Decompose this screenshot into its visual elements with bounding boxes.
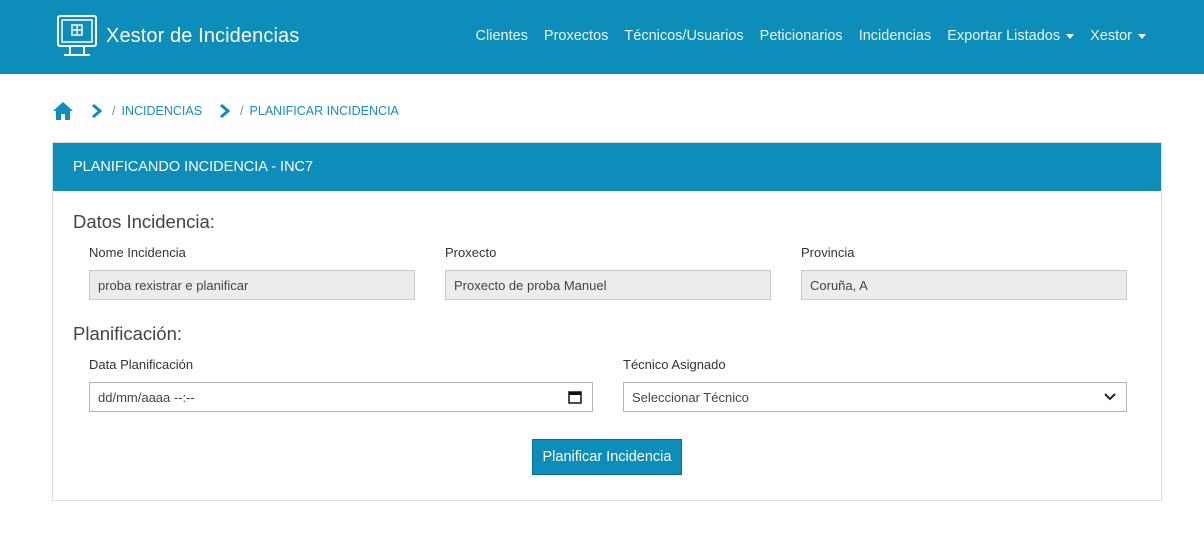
proxecto-label: Proxecto: [445, 245, 497, 260]
planificar-incidencia-button[interactable]: Planificar Incidencia: [532, 439, 682, 475]
provincia-value: Coruña, A: [810, 277, 868, 293]
chevron-right-icon: [92, 103, 103, 119]
tecnico-asignado-label: Técnico Asignado: [623, 357, 726, 372]
planificar-card: PLANIFICANDO INCIDENCIA - INC7 Datos Inc…: [52, 142, 1162, 501]
planificacion-section-title: Planificación:: [73, 323, 183, 344]
tecnico-selected-value: Seleccionar Técnico: [632, 389, 749, 405]
breadcrumb-separator: /: [240, 104, 244, 118]
home-icon[interactable]: [52, 101, 74, 121]
data-planificacion-input[interactable]: dd/mm/aaaa --:--: [89, 382, 593, 412]
brand-title: Xestor de Incidencias: [106, 24, 300, 47]
data-planificacion-placeholder: dd/mm/aaaa --:--: [98, 389, 195, 405]
chevron-down-icon: [1104, 393, 1116, 401]
nav-peticionarios[interactable]: Peticionarios: [752, 28, 851, 44]
top-navbar: Xestor de Incidencias Clientes Proxectos…: [0, 0, 1204, 74]
brand[interactable]: Xestor de Incidencias: [56, 14, 299, 58]
monitor-icon: [57, 15, 97, 56]
card-header: PLANIFICANDO INCIDENCIA - INC7: [53, 143, 1161, 191]
provincia-field: Coruña, A: [801, 270, 1127, 300]
breadcrumb-incidencias[interactable]: INCIDENCIAS: [121, 104, 202, 118]
proxecto-field: Proxecto de proba Manuel: [445, 270, 771, 300]
datos-section-title: Datos Incidencia:: [73, 211, 215, 232]
caret-down-icon: [1138, 34, 1146, 39]
provincia-label: Provincia: [801, 245, 855, 260]
nav-tecnicos-usuarios[interactable]: Técnicos/Usuarios: [616, 28, 751, 44]
tecnico-asignado-select[interactable]: Seleccionar Técnico: [623, 382, 1127, 412]
data-planificacion-label: Data Planificación: [89, 357, 194, 372]
nav-clientes[interactable]: Clientes: [468, 28, 536, 44]
chevron-right-icon: [220, 103, 231, 119]
breadcrumb: / INCIDENCIAS / PLANIFICAR INCIDENCIA: [52, 101, 399, 121]
breadcrumb-planificar-incidencia[interactable]: PLANIFICAR INCIDENCIA: [250, 104, 399, 118]
caret-down-icon: [1066, 34, 1075, 39]
nav-xestor-dropdown[interactable]: Xestor: [1082, 28, 1154, 44]
proxecto-value: Proxecto de proba Manuel: [454, 277, 607, 293]
nav-incidencias[interactable]: Incidencias: [851, 28, 940, 44]
main-nav: Clientes Proxectos Técnicos/Usuarios Pet…: [468, 28, 1154, 44]
breadcrumb-separator: /: [112, 104, 116, 118]
calendar-icon[interactable]: [568, 390, 582, 404]
nav-proxectos[interactable]: Proxectos: [536, 28, 616, 44]
card-title: PLANIFICANDO INCIDENCIA - INC7: [73, 159, 314, 175]
nav-exportar-listados-dropdown[interactable]: Exportar Listados: [939, 28, 1082, 44]
nome-incidencia-label: Nome Incidencia: [89, 245, 186, 260]
nome-incidencia-value: proba rexistrar e planificar: [98, 277, 249, 293]
nome-incidencia-field: proba rexistrar e planificar: [89, 270, 415, 300]
